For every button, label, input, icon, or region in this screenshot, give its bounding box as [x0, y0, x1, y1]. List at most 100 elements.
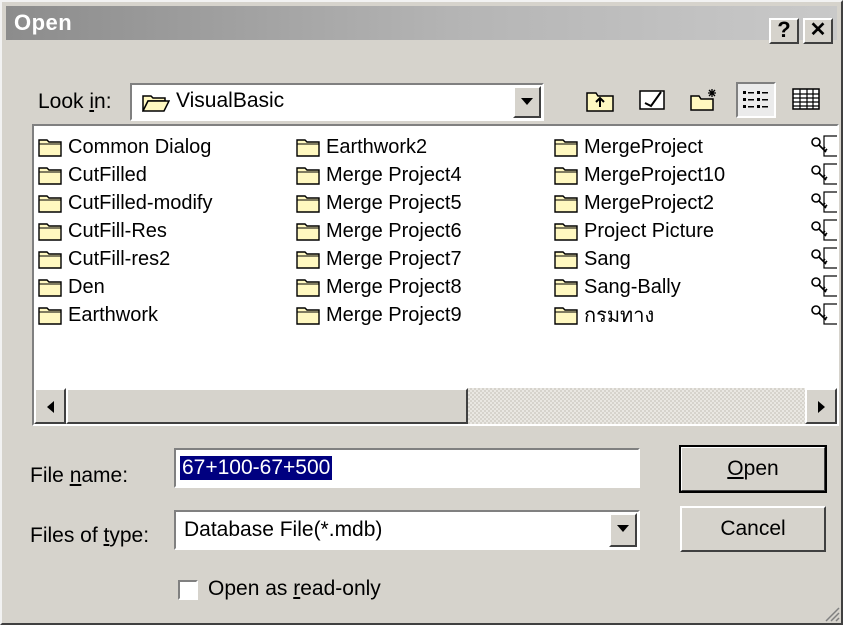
list-item[interactable]: CutFill-Res: [38, 218, 167, 244]
list-item-label: Earthwork2: [326, 135, 428, 158]
folder-icon: [296, 251, 320, 269]
database-key-icon[interactable]: [810, 302, 837, 328]
folder-icon: [554, 307, 578, 325]
list-item[interactable]: Merge Project7: [296, 246, 462, 272]
database-key-icon[interactable]: [810, 274, 837, 300]
folder-icon: [38, 167, 62, 185]
folder-icon: [296, 279, 320, 297]
list-item[interactable]: Merge Project9: [296, 302, 462, 328]
chevron-down-icon: [521, 98, 533, 105]
scroll-thumb[interactable]: [66, 388, 468, 424]
database-key-icon[interactable]: [810, 134, 837, 160]
cancel-button[interactable]: Cancel: [680, 506, 826, 552]
filename-input[interactable]: 67+100-67+500: [174, 448, 640, 488]
arrow-right-icon: [817, 401, 825, 413]
list-item[interactable]: Sang-Bally: [554, 274, 681, 300]
database-key-icon[interactable]: [810, 218, 837, 244]
lookin-label: Look in:: [38, 90, 112, 113]
list-item[interactable]: Merge Project6: [296, 218, 462, 244]
folder-icon: [296, 223, 320, 241]
list-item-label: CutFill-res2: [68, 247, 171, 270]
file-list[interactable]: Common Dialog CutFilled CutFilled-modify Cu…: [32, 124, 839, 426]
details-view-icon: [792, 88, 820, 110]
list-item-label: CutFilled: [68, 163, 147, 186]
list-item[interactable]: Merge Project5: [296, 190, 462, 216]
list-item[interactable]: Earthwork: [38, 302, 158, 328]
desktop-button[interactable]: [632, 82, 672, 118]
close-button[interactable]: ✕: [803, 18, 833, 44]
folder-icon: [554, 139, 578, 157]
folder-icon: [554, 279, 578, 297]
folder-icon: [554, 223, 578, 241]
list-item[interactable]: Merge Project8: [296, 274, 462, 300]
list-view-button[interactable]: [736, 82, 776, 118]
folder-icon: [38, 251, 62, 269]
database-key-icon[interactable]: [810, 162, 837, 188]
list-item-label: Project Picture: [584, 219, 715, 242]
open-dialog: Open ? ✕ Look in: VisualBasic Common Dia…: [0, 0, 843, 625]
list-item-label: MergeProject10: [584, 163, 726, 186]
resize-grip-icon[interactable]: [822, 606, 840, 622]
lookin-combobox[interactable]: VisualBasic: [130, 83, 544, 121]
folder-icon: [38, 223, 62, 241]
list-item[interactable]: CutFill-res2: [38, 246, 170, 272]
filename-label: File name:: [30, 464, 129, 487]
list-item[interactable]: MergeProject2: [554, 190, 714, 216]
list-item-label: กรมทาง: [584, 305, 655, 327]
list-item[interactable]: Project Picture: [554, 218, 714, 244]
folder-icon: [296, 307, 320, 325]
chevron-down-icon: [617, 525, 629, 532]
database-key-icon[interactable]: [810, 246, 837, 272]
filetype-dropdown-button[interactable]: [609, 513, 637, 547]
folder-icon: [296, 139, 320, 157]
list-item-label: Common Dialog: [68, 135, 212, 158]
list-item-label: Den: [68, 275, 105, 298]
folder-icon: [296, 195, 320, 213]
list-item[interactable]: Sang: [554, 246, 631, 272]
list-item[interactable]: Common Dialog: [38, 134, 211, 160]
readonly-label[interactable]: Open as read-only: [208, 577, 381, 601]
list-item[interactable]: Merge Project4: [296, 162, 462, 188]
scroll-right-button[interactable]: [805, 388, 837, 424]
folder-icon: [38, 139, 62, 157]
details-view-button[interactable]: [786, 82, 826, 118]
folder-icon: [38, 279, 62, 297]
scroll-left-button[interactable]: [34, 388, 66, 424]
lookin-dropdown-button[interactable]: [513, 86, 541, 118]
list-item[interactable]: MergeProject: [554, 134, 703, 160]
list-item-label: Merge Project5: [326, 191, 462, 214]
list-item-label: Sang: [584, 247, 631, 270]
up-one-level-button[interactable]: [580, 82, 620, 118]
window-title: Open: [14, 10, 73, 35]
list-item-label: Merge Project7: [326, 247, 462, 270]
list-item-label: MergeProject: [584, 135, 703, 158]
title-bar[interactable]: Open ? ✕: [6, 6, 837, 44]
list-item[interactable]: Den: [38, 274, 105, 300]
folder-icon: [38, 195, 62, 213]
list-item-label: Earthwork: [68, 303, 159, 326]
folder-icon: [554, 167, 578, 185]
folder-icon: [296, 167, 320, 185]
list-item[interactable]: CutFilled: [38, 162, 147, 188]
readonly-checkbox[interactable]: [178, 580, 198, 600]
new-folder-button[interactable]: [684, 82, 724, 118]
horizontal-scrollbar[interactable]: [34, 388, 837, 424]
list-item[interactable]: กรมทาง: [554, 302, 654, 328]
list-item[interactable]: CutFilled-modify: [38, 190, 212, 216]
list-item-label: Merge Project8: [326, 275, 462, 298]
help-button[interactable]: ?: [769, 18, 799, 44]
list-item-label: Merge Project6: [326, 219, 462, 242]
open-button[interactable]: Open: [679, 445, 827, 493]
database-key-icon[interactable]: [810, 190, 837, 216]
list-item[interactable]: Earthwork2: [296, 134, 427, 160]
list-view-icon: [743, 91, 768, 108]
arrow-left-icon: [46, 401, 54, 413]
list-item-label: MergeProject2: [584, 191, 715, 214]
filetype-combobox[interactable]: Database File(*.mdb): [174, 510, 640, 550]
list-item-label: CutFill-Res: [68, 219, 167, 242]
list-item-label: Sang-Bally: [584, 275, 681, 298]
open-folder-icon: [142, 95, 170, 112]
folder-icon: [554, 251, 578, 269]
list-item[interactable]: MergeProject10: [554, 162, 725, 188]
list-item-label: Merge Project9: [326, 303, 462, 326]
